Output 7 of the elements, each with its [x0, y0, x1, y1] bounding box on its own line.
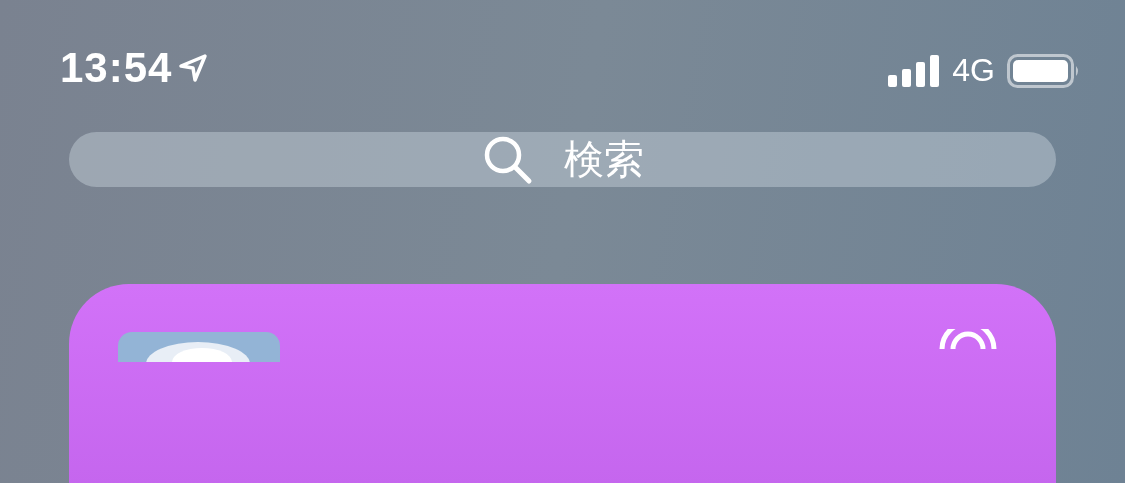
clock-time: 13:54	[60, 44, 173, 92]
battery-icon	[1007, 53, 1081, 88]
network-type: 4G	[952, 52, 995, 89]
widget-card[interactable]	[69, 284, 1056, 483]
location-arrow-icon	[178, 53, 209, 83]
signal-icon	[888, 54, 941, 87]
search-field[interactable]: 検索	[69, 132, 1056, 187]
